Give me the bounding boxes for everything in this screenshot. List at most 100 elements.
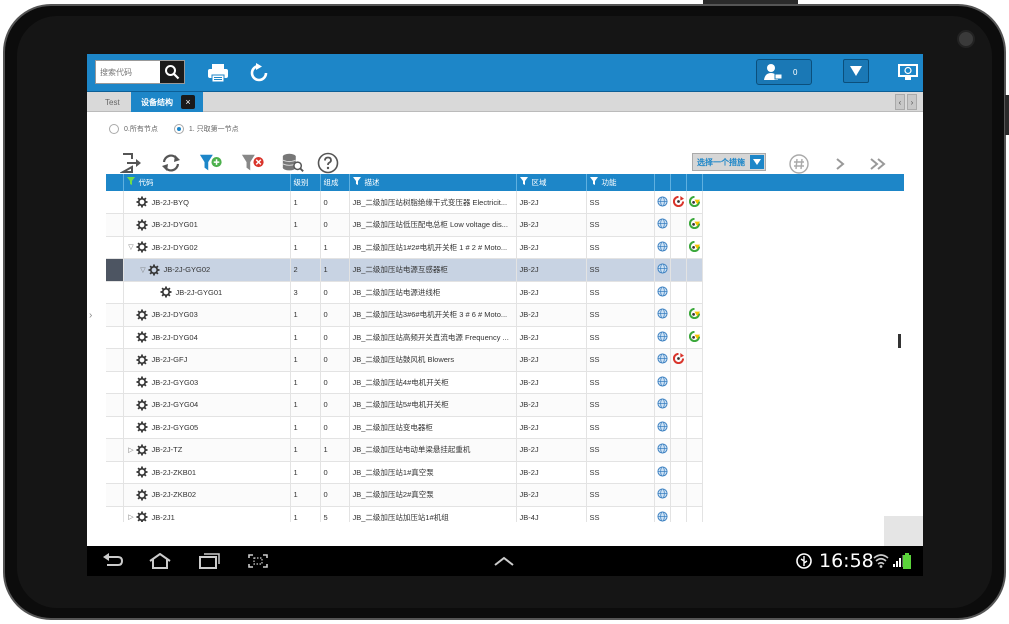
up-arrow-button[interactable] — [491, 551, 517, 571]
row-selector[interactable] — [106, 258, 124, 282]
row-selector[interactable] — [106, 506, 124, 522]
cell-action-1[interactable] — [654, 213, 671, 237]
table-row[interactable]: JB-2J-BYQ 1 0 JB_二级加压站树脂绝缘干式变压器 Electricit.… — [106, 191, 904, 214]
expanded-icon[interactable]: ▽ — [139, 266, 148, 274]
row-selector[interactable] — [106, 191, 124, 214]
row-selector[interactable] — [106, 416, 124, 439]
header-icon-col-3 — [686, 174, 703, 191]
cell-action-1[interactable] — [654, 461, 671, 484]
task-green-icon — [688, 218, 700, 230]
cell-action-3[interactable] — [686, 326, 703, 349]
table-row[interactable]: JB-2J-ZKB01 1 0 JB_二级加压站1#真空泵 JB-2J SS — [106, 461, 904, 484]
back-button[interactable] — [100, 551, 126, 571]
cell-action-1[interactable] — [654, 438, 671, 462]
cell-action-3[interactable] — [686, 213, 703, 237]
row-selector[interactable] — [106, 213, 124, 237]
search-input[interactable] — [96, 61, 160, 83]
measure-select[interactable]: 选择一个措施 — [692, 153, 766, 171]
table-row[interactable]: ▽ JB-2J-GYG02 2 1 JB_二级加压站电源互感器柜 JB-2J SS — [106, 258, 904, 282]
table-row[interactable]: JB-2J-GYG05 1 0 JB_二级加压站变电器柜 JB-2J SS — [106, 416, 904, 439]
menu-dropdown-button[interactable] — [843, 59, 869, 83]
cell-action-1[interactable] — [654, 393, 671, 417]
row-selector[interactable] — [106, 483, 124, 507]
cell-action-3[interactable] — [686, 191, 703, 214]
sync-button[interactable] — [159, 152, 183, 174]
row-selector[interactable] — [106, 326, 124, 349]
table-row[interactable]: JB-2J-GFJ 1 0 JB_二级加压站鼓风机 Blowers JB-2J SS — [106, 348, 904, 372]
row-selector[interactable] — [106, 438, 124, 462]
home-button[interactable] — [147, 551, 173, 571]
code-text: JB-2J-TZ — [151, 445, 183, 455]
cell-area: JB-2J — [516, 461, 587, 484]
row-selector[interactable] — [106, 461, 124, 484]
row-selector[interactable] — [106, 348, 124, 372]
database-search-button[interactable] — [281, 152, 305, 174]
cell-action-1[interactable] — [654, 371, 671, 394]
expanded-icon[interactable]: ▽ — [127, 243, 136, 251]
cell-desc: JB_二级加压站低压配电总柜 Low voltage dis... — [349, 213, 517, 237]
row-selector[interactable] — [106, 281, 124, 304]
column-header-level[interactable]: 级别 — [290, 174, 321, 191]
cell-action-1[interactable] — [654, 303, 671, 327]
column-header-code[interactable]: 代码 — [123, 174, 291, 191]
tab-test[interactable]: Test — [95, 92, 130, 112]
table-row[interactable]: JB-2J-DYG04 1 0 JB_二级加压站高频开关直流电源 Frequency … — [106, 326, 904, 349]
cell-action-2[interactable] — [670, 348, 687, 372]
screenshot-button[interactable] — [245, 551, 271, 571]
column-header-comp[interactable]: 组成 — [320, 174, 350, 191]
print-button[interactable] — [205, 60, 231, 86]
table-row[interactable]: ▷ JB-2J1 1 5 JB_二级加压站加压站1#机组 JB-4J SS — [106, 506, 904, 522]
export-button[interactable] — [119, 152, 143, 174]
left-drawer-handle[interactable]: › — [89, 310, 92, 321]
collapsed-icon[interactable]: ▷ — [127, 513, 136, 521]
cell-action-3[interactable] — [686, 236, 703, 259]
table-row[interactable]: ▽ JB-2J-DYG02 1 1 JB_二级加压站1#2#电机开关柜 1 # 2 # … — [106, 236, 904, 259]
tab-scroll-right-button[interactable]: › — [907, 94, 917, 110]
table-row[interactable]: JB-2J-GYG01 3 0 JB_二级加压站电源进线柜 JB-2J SS — [106, 281, 904, 304]
display-button[interactable] — [895, 60, 923, 84]
cell-action-1[interactable] — [654, 258, 671, 282]
row-selector[interactable] — [106, 371, 124, 394]
recent-apps-button[interactable] — [196, 551, 222, 571]
refresh-button[interactable] — [246, 60, 272, 86]
row-selector[interactable] — [106, 236, 124, 259]
collapsed-icon[interactable]: ▷ — [127, 446, 136, 454]
cell-action-1[interactable] — [654, 416, 671, 439]
cell-action-1[interactable] — [654, 348, 671, 372]
search-button[interactable] — [160, 61, 184, 83]
cell-action-2 — [670, 213, 687, 237]
radio-first-node[interactable] — [173, 124, 184, 134]
table-row[interactable]: JB-2J-DYG01 1 0 JB_二级加压站低压配电总柜 Low voltage … — [106, 213, 904, 237]
hash-button[interactable] — [788, 154, 810, 174]
cell-action-1[interactable] — [654, 483, 671, 507]
table-row[interactable]: JB-2J-ZKB02 1 0 JB_二级加压站2#真空泵 JB-2J SS — [106, 483, 904, 507]
table-row[interactable]: JB-2J-DYG03 1 0 JB_二级加压站3#6#电机开关柜 3 # 6 # M… — [106, 303, 904, 327]
cell-action-3[interactable] — [686, 303, 703, 327]
column-header-desc[interactable]: 描述 — [349, 174, 517, 191]
table-row[interactable]: JB-2J-GYG04 1 0 JB_二级加压站5#电机开关柜 JB-2J SS — [106, 393, 904, 417]
cell-action-1[interactable] — [654, 236, 671, 259]
user-inbox-button[interactable]: 0 — [756, 59, 812, 85]
column-header-func[interactable]: 功能 — [586, 174, 655, 191]
next-button[interactable] — [829, 154, 851, 174]
tab-close-button[interactable]: × — [181, 95, 195, 109]
cell-code: JB-2J-GFJ — [123, 348, 291, 372]
table-row[interactable]: JB-2J-GYG03 1 0 JB_二级加压站4#电机开关柜 JB-2J SS — [106, 371, 904, 394]
last-button[interactable] — [867, 154, 889, 174]
radio-all-nodes[interactable] — [109, 124, 119, 134]
cell-action-1[interactable] — [654, 191, 671, 214]
cell-action-1[interactable] — [654, 506, 671, 522]
column-header-area[interactable]: 区域 — [516, 174, 587, 191]
cell-desc: JB_二级加压站1#2#电机开关柜 1 # 2 # Moto... — [349, 236, 517, 259]
row-selector[interactable] — [106, 303, 124, 327]
add-filter-button[interactable] — [199, 152, 223, 174]
row-selector[interactable] — [106, 393, 124, 417]
help-button[interactable] — [316, 152, 340, 174]
right-drawer-handle[interactable] — [898, 334, 901, 348]
cell-action-1[interactable] — [654, 281, 671, 304]
cell-action-1[interactable] — [654, 326, 671, 349]
remove-filter-button[interactable] — [241, 152, 265, 174]
tab-scroll-left-button[interactable]: ‹ — [895, 94, 905, 110]
table-row[interactable]: ▷ JB-2J-TZ 1 1 JB_二级加压站电动单梁悬挂起重机 JB-2J SS — [106, 438, 904, 462]
cell-action-2[interactable] — [670, 191, 687, 214]
